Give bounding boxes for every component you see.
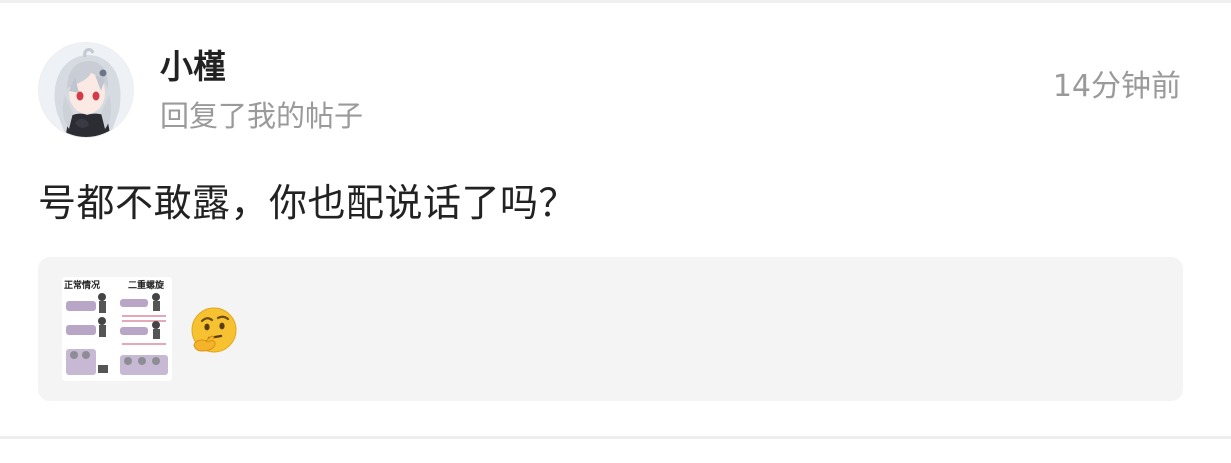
top-divider bbox=[0, 0, 1231, 3]
bottom-divider bbox=[0, 436, 1231, 439]
thumbnail-label-left: 正常情况 bbox=[64, 279, 100, 291]
meme-image-icon: 正常情况 二重螺旋 bbox=[62, 277, 172, 381]
anime-avatar-icon bbox=[39, 43, 133, 137]
quoted-post[interactable]: 正常情况 二重螺旋 bbox=[38, 257, 1183, 401]
user-avatar[interactable] bbox=[38, 42, 134, 138]
thumbnail-label-right: 二重螺旋 bbox=[128, 279, 165, 291]
action-text: 回复了我的帖子 bbox=[160, 99, 364, 133]
timestamp: 14分钟前 bbox=[1052, 69, 1181, 104]
reply-notification-page: 小槿 回复了我的帖子 14分钟前 号都不敢露，你也配说话了吗？ 正常情况 二重螺… bbox=[0, 0, 1231, 463]
reply-content[interactable]: 号都不敢露，你也配说话了吗？ bbox=[38, 176, 577, 230]
quoted-post-thumbnail[interactable]: 正常情况 二重螺旋 bbox=[62, 277, 172, 381]
username[interactable]: 小槿 bbox=[160, 44, 226, 90]
thinking-face-icon bbox=[188, 305, 240, 357]
